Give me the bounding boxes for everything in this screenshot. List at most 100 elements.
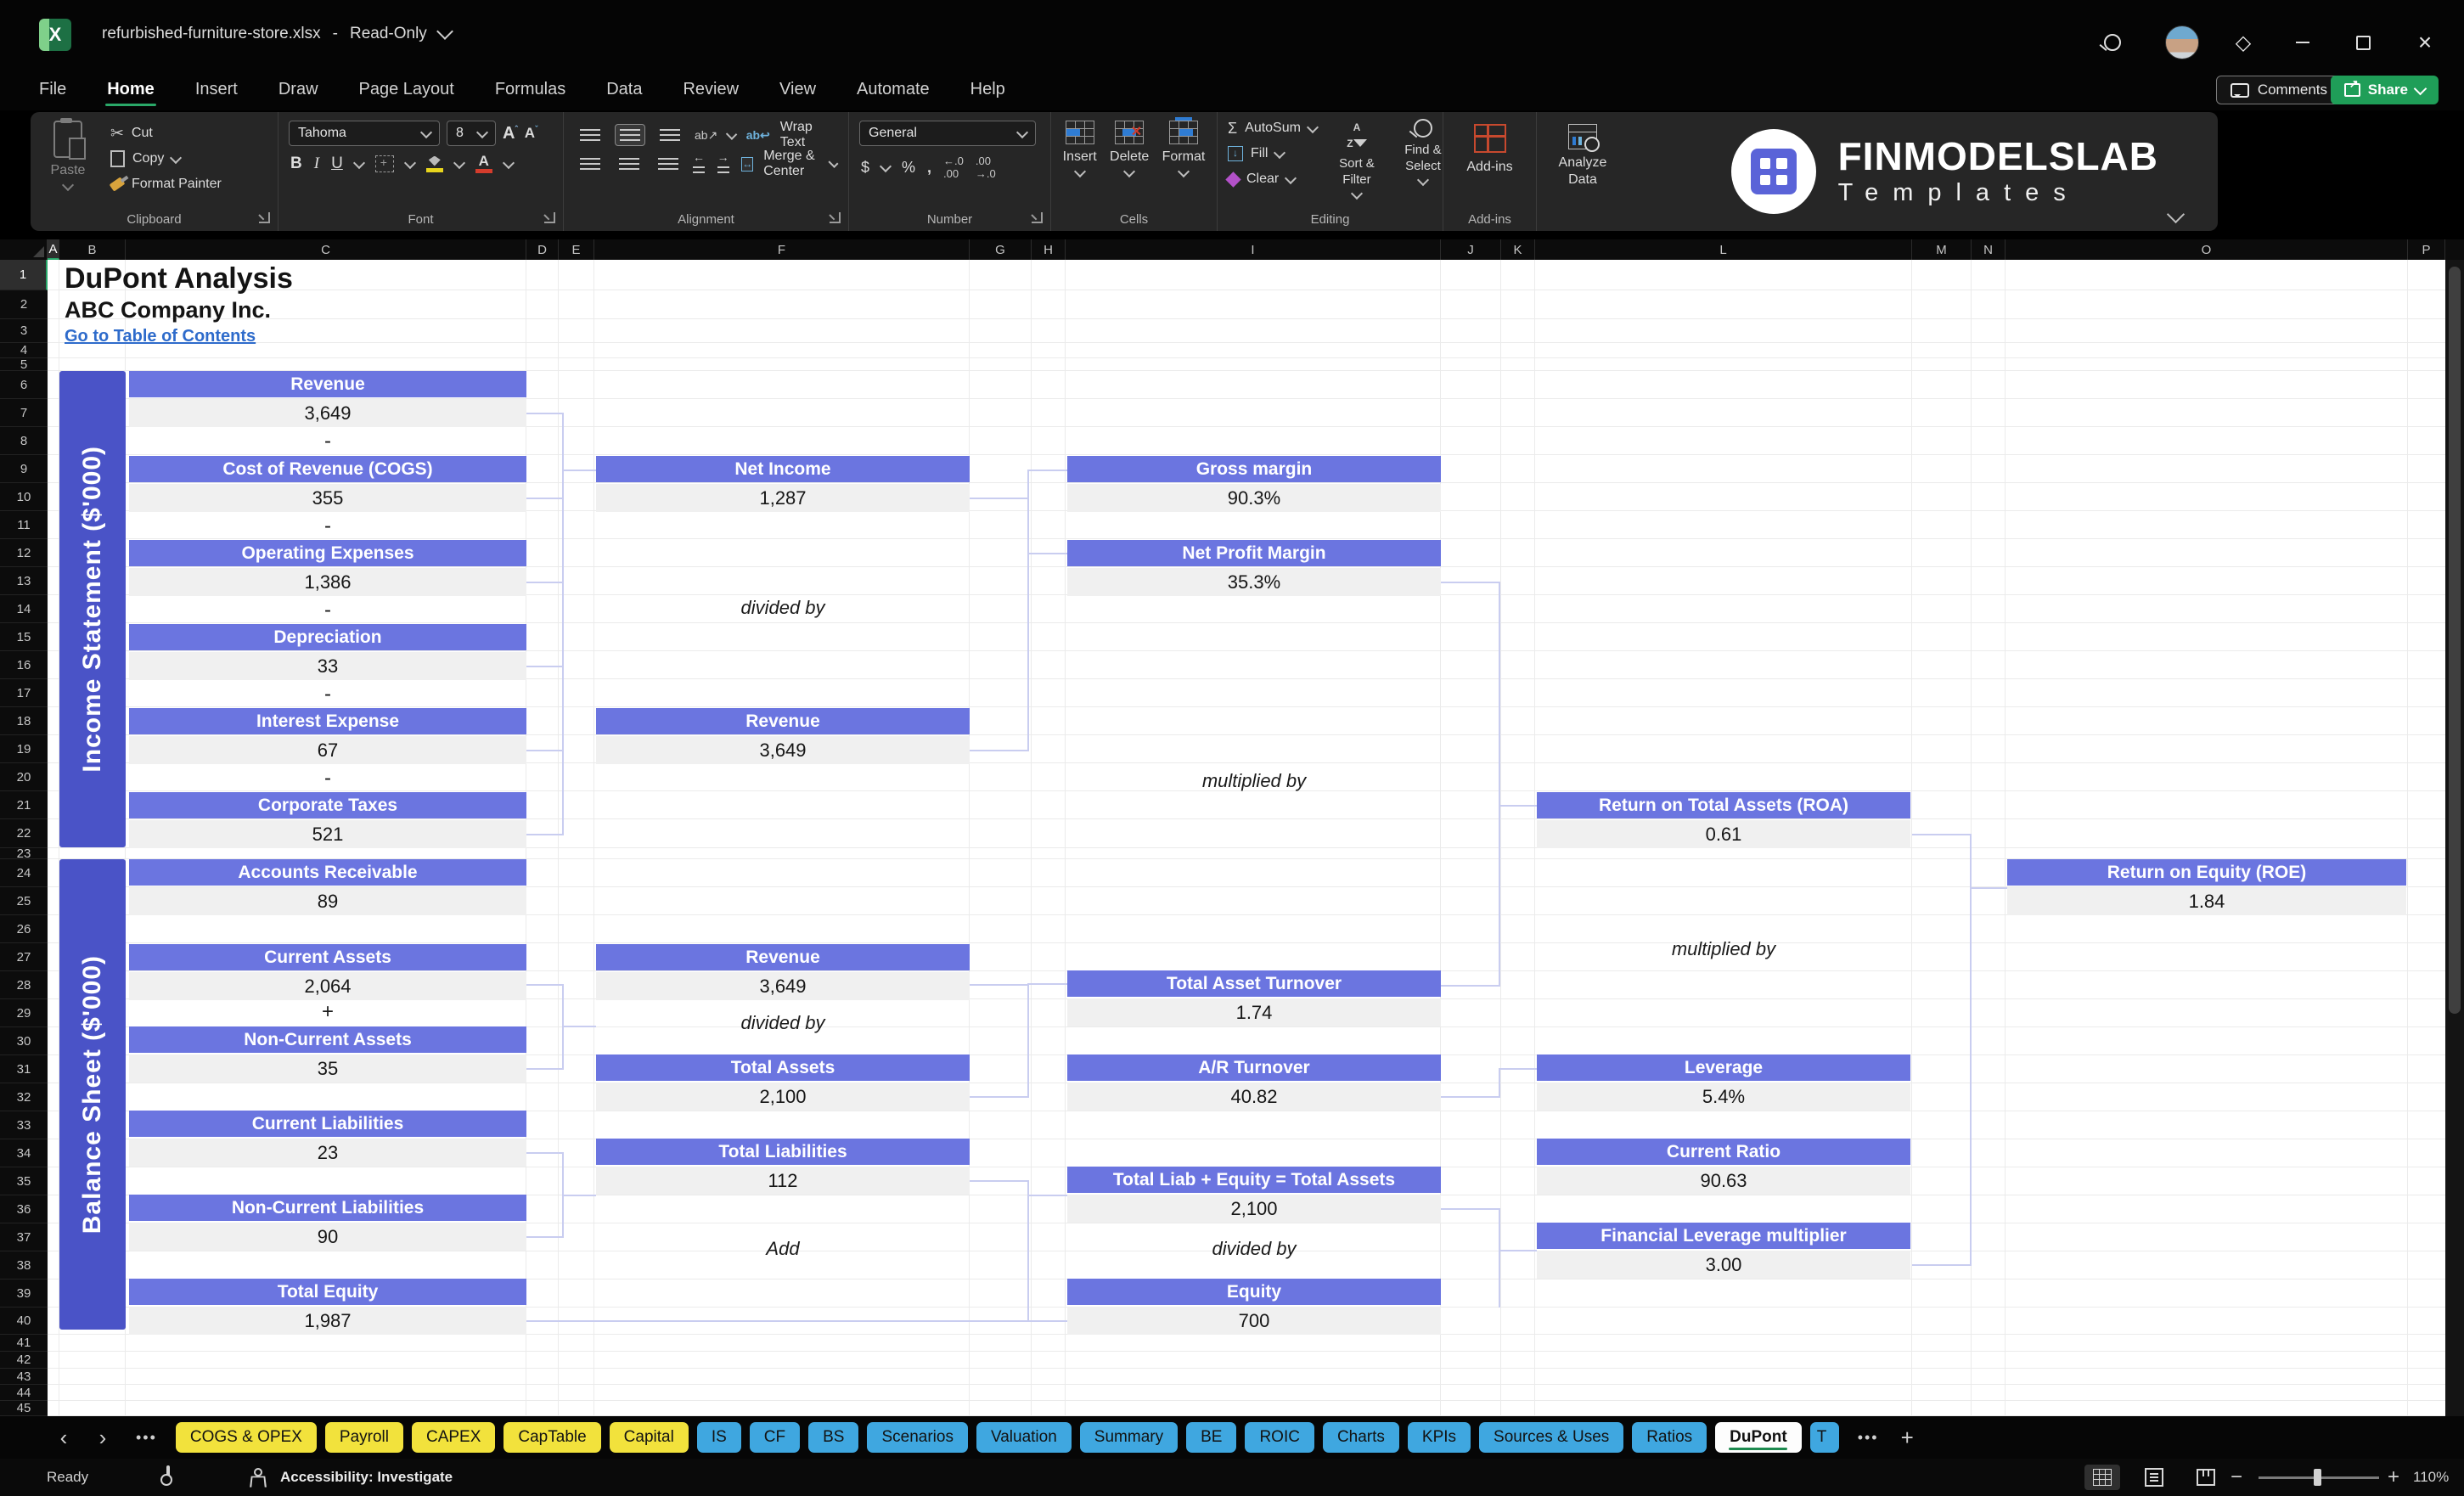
row-header-28[interactable]: 28 (0, 971, 48, 999)
addins-button[interactable]: Add-ins (1466, 160, 1512, 175)
increase-decimal-button[interactable]: ←.0.00 (943, 155, 964, 180)
node-bs_noncurrent_liabilities-label[interactable]: Non-Current Liabilities (129, 1195, 526, 1221)
analyze-data-button[interactable]: Analyze Data (1549, 155, 1617, 188)
sheet-tab-capex[interactable]: CAPEX (412, 1422, 495, 1453)
row-header-44[interactable]: 44 (0, 1385, 48, 1401)
add-sheet-button[interactable]: + (1901, 1425, 1914, 1451)
column-header-B[interactable]: B (59, 239, 126, 260)
share-button[interactable]: Share (2331, 76, 2439, 104)
font-dialog-launcher[interactable] (544, 212, 555, 223)
node-revenue_top-label[interactable]: Revenue (596, 708, 970, 734)
row-header-25[interactable]: 25 (0, 887, 48, 915)
restore-button[interactable] (2346, 25, 2380, 59)
node-roa-label[interactable]: Return on Total Assets (ROA) (1537, 792, 1910, 818)
row-header-11[interactable]: 11 (0, 511, 48, 539)
node-bs_noncurrent_assets-value[interactable]: 35 (129, 1055, 526, 1083)
row-header-24[interactable]: 24 (0, 859, 48, 887)
title-chevron-down-icon[interactable] (436, 23, 453, 40)
number-format-select[interactable]: General (859, 121, 1036, 146)
align-bottom-button[interactable] (655, 125, 684, 145)
row-header-26[interactable]: 26 (0, 915, 48, 943)
ribbon-tab-automate[interactable]: Automate (836, 68, 950, 110)
row-header-23[interactable]: 23 (0, 848, 48, 859)
node-total_liabilities-value[interactable]: 112 (596, 1167, 970, 1195)
sheet-tab-be[interactable]: BE (1186, 1422, 1236, 1453)
node-gross_margin-value[interactable]: 90.3% (1067, 484, 1441, 512)
wrap-text-button[interactable]: Wrap Text (780, 120, 836, 150)
sheet-tab-kpis[interactable]: KPIs (1408, 1422, 1471, 1453)
accessibility-status[interactable]: Accessibility: Investigate (280, 1459, 453, 1496)
row-header-40[interactable]: 40 (0, 1308, 48, 1335)
node-roe[interactable]: Return on Equity (ROE)1.84 (2007, 859, 2406, 915)
node-leverage-value[interactable]: 5.4% (1537, 1083, 1910, 1111)
node-is_taxes[interactable]: Corporate Taxes521 (129, 792, 526, 848)
node-is_cogs-label[interactable]: Cost of Revenue (COGS) (129, 456, 526, 482)
page-layout-view-button[interactable] (2136, 1465, 2172, 1490)
row-header-29[interactable]: 29 (0, 999, 48, 1027)
align-left-button[interactable] (576, 154, 605, 174)
cut-button[interactable]: ✂Cut (105, 121, 227, 146)
node-is_depreciation[interactable]: Depreciation33 (129, 624, 526, 680)
bold-button[interactable]: B (290, 155, 302, 173)
node-net_income[interactable]: Net Income1,287 (596, 456, 970, 512)
node-current_ratio-label[interactable]: Current Ratio (1537, 1139, 1910, 1165)
node-is_interest-label[interactable]: Interest Expense (129, 708, 526, 734)
node-bs_total_equity[interactable]: Total Equity1,987 (129, 1279, 526, 1335)
node-is_opex-label[interactable]: Operating Expenses (129, 540, 526, 566)
node-total_assets[interactable]: Total Assets2,100 (596, 1055, 970, 1111)
node-bs_noncurrent_liabilities[interactable]: Non-Current Liabilities90 (129, 1195, 526, 1251)
row-header-30[interactable]: 30 (0, 1027, 48, 1055)
row-header-16[interactable]: 16 (0, 651, 48, 679)
node-bs_current_assets-label[interactable]: Current Assets (129, 944, 526, 970)
node-net_profit_margin[interactable]: Net Profit Margin35.3% (1067, 540, 1441, 596)
align-middle-button[interactable] (615, 124, 645, 146)
row-header-13[interactable]: 13 (0, 567, 48, 595)
align-center-button[interactable] (615, 154, 644, 174)
fill-color-chevron-icon[interactable] (453, 156, 465, 168)
node-bs_current_liabilities-value[interactable]: 23 (129, 1139, 526, 1167)
node-is_taxes-value[interactable]: 521 (129, 820, 526, 848)
accounting-chevron-icon[interactable] (880, 160, 892, 172)
sheet-tab-t[interactable]: T (1810, 1422, 1839, 1453)
font-color-button[interactable]: A (475, 155, 492, 173)
row-header-27[interactable]: 27 (0, 943, 48, 971)
row-header-4[interactable]: 4 (0, 343, 48, 358)
decrease-indent-button[interactable]: ← (693, 150, 707, 177)
node-roa-value[interactable]: 0.61 (1537, 820, 1910, 848)
column-header-C[interactable]: C (126, 239, 526, 260)
node-revenue_bottom-value[interactable]: 3,649 (596, 972, 970, 1000)
row-header-1[interactable]: 1 (0, 260, 48, 290)
node-bs_current_liabilities-label[interactable]: Current Liabilities (129, 1111, 526, 1137)
node-tle-label[interactable]: Total Liab + Equity = Total Assets (1067, 1167, 1441, 1193)
decrease-font-size-button[interactable]: Aˇ (525, 125, 538, 142)
column-header-E[interactable]: E (559, 239, 594, 260)
column-header-N[interactable]: N (1972, 239, 2006, 260)
column-header-M[interactable]: M (1912, 239, 1972, 260)
node-is_cogs[interactable]: Cost of Revenue (COGS)355 (129, 456, 526, 512)
row-header-21[interactable]: 21 (0, 791, 48, 819)
align-right-button[interactable] (654, 154, 683, 174)
borders-button[interactable] (375, 155, 394, 172)
orientation-button[interactable]: ab↗ (695, 128, 717, 143)
ribbon-tab-help[interactable]: Help (950, 68, 1026, 110)
row-header-33[interactable]: 33 (0, 1111, 48, 1139)
sheet-tab-payroll[interactable]: Payroll (325, 1422, 403, 1453)
zoom-slider-thumb[interactable] (2314, 1469, 2321, 1486)
node-ar_turnover-label[interactable]: A/R Turnover (1067, 1055, 1441, 1081)
node-bs_current_liabilities[interactable]: Current Liabilities23 (129, 1111, 526, 1167)
ribbon-tab-formulas[interactable]: Formulas (475, 68, 586, 110)
ribbon-tab-home[interactable]: Home (87, 68, 175, 110)
node-flm[interactable]: Financial Leverage multiplier3.00 (1537, 1223, 1910, 1279)
column-header-J[interactable]: J (1441, 239, 1501, 260)
row-header-37[interactable]: 37 (0, 1223, 48, 1251)
minimize-button[interactable] (2286, 25, 2320, 59)
increase-indent-button[interactable]: → (717, 150, 732, 177)
row-header-22[interactable]: 22 (0, 819, 48, 848)
row-header-15[interactable]: 15 (0, 623, 48, 651)
worksheet-grid[interactable]: DuPont Analysis ABC Company Inc. Go to T… (48, 260, 2445, 1416)
row-header-9[interactable]: 9 (0, 455, 48, 483)
row-header-2[interactable]: 2 (0, 290, 48, 319)
more-sheets-left-button[interactable]: ••• (136, 1429, 157, 1447)
node-is_depreciation-label[interactable]: Depreciation (129, 624, 526, 650)
node-revenue_bottom[interactable]: Revenue3,649 (596, 944, 970, 1000)
